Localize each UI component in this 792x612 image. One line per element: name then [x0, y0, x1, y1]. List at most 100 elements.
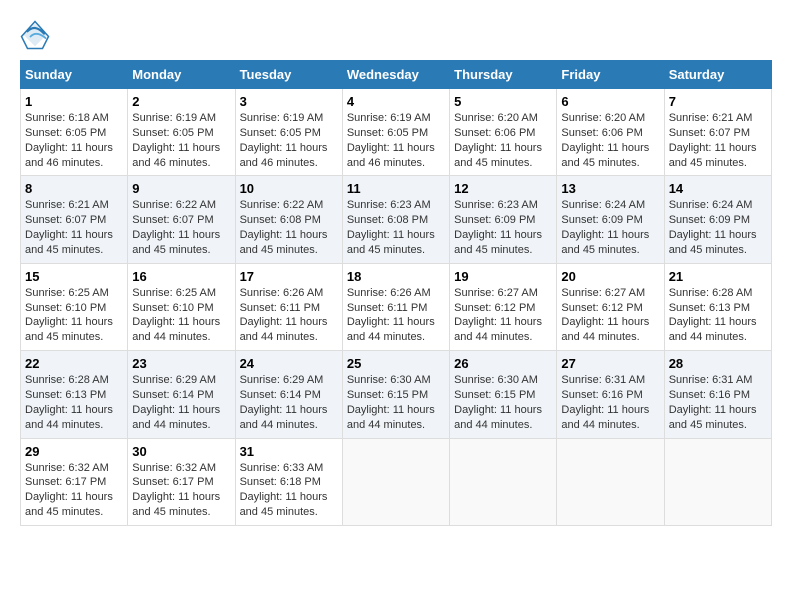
- day-number: 5: [454, 94, 552, 109]
- day-number: 20: [561, 269, 659, 284]
- cell-content: Sunrise: 6:32 AMSunset: 6:17 PMDaylight:…: [25, 462, 113, 519]
- day-number: 23: [132, 356, 230, 371]
- day-number: 25: [347, 356, 445, 371]
- cell-content: Sunrise: 6:19 AMSunset: 6:05 PMDaylight:…: [132, 112, 220, 169]
- week-row-1: 1 Sunrise: 6:18 AMSunset: 6:05 PMDayligh…: [21, 89, 772, 176]
- cell-content: Sunrise: 6:26 AMSunset: 6:11 PMDaylight:…: [240, 287, 328, 344]
- day-number: 22: [25, 356, 123, 371]
- calendar-cell: 16 Sunrise: 6:25 AMSunset: 6:10 PMDaylig…: [128, 263, 235, 350]
- day-number: 12: [454, 181, 552, 196]
- calendar-cell: 31 Sunrise: 6:33 AMSunset: 6:18 PMDaylig…: [235, 438, 342, 525]
- calendar-header: SundayMondayTuesdayWednesdayThursdayFrid…: [21, 61, 772, 89]
- calendar-cell: 23 Sunrise: 6:29 AMSunset: 6:14 PMDaylig…: [128, 351, 235, 438]
- cell-content: Sunrise: 6:20 AMSunset: 6:06 PMDaylight:…: [454, 112, 542, 169]
- calendar-cell: 3 Sunrise: 6:19 AMSunset: 6:05 PMDayligh…: [235, 89, 342, 176]
- calendar-table: SundayMondayTuesdayWednesdayThursdayFrid…: [20, 60, 772, 526]
- cell-content: Sunrise: 6:20 AMSunset: 6:06 PMDaylight:…: [561, 112, 649, 169]
- header-cell-monday: Monday: [128, 61, 235, 89]
- day-number: 26: [454, 356, 552, 371]
- logo-icon: [20, 20, 50, 50]
- cell-content: Sunrise: 6:29 AMSunset: 6:14 PMDaylight:…: [240, 374, 328, 431]
- cell-content: Sunrise: 6:25 AMSunset: 6:10 PMDaylight:…: [132, 287, 220, 344]
- day-number: 2: [132, 94, 230, 109]
- calendar-cell: 8 Sunrise: 6:21 AMSunset: 6:07 PMDayligh…: [21, 176, 128, 263]
- cell-content: Sunrise: 6:31 AMSunset: 6:16 PMDaylight:…: [669, 374, 757, 431]
- cell-content: Sunrise: 6:19 AMSunset: 6:05 PMDaylight:…: [240, 112, 328, 169]
- cell-content: Sunrise: 6:23 AMSunset: 6:09 PMDaylight:…: [454, 199, 542, 256]
- day-number: 30: [132, 444, 230, 459]
- cell-content: Sunrise: 6:27 AMSunset: 6:12 PMDaylight:…: [454, 287, 542, 344]
- calendar-cell: 27 Sunrise: 6:31 AMSunset: 6:16 PMDaylig…: [557, 351, 664, 438]
- calendar-cell: 1 Sunrise: 6:18 AMSunset: 6:05 PMDayligh…: [21, 89, 128, 176]
- calendar-cell: 14 Sunrise: 6:24 AMSunset: 6:09 PMDaylig…: [664, 176, 771, 263]
- calendar-cell: 13 Sunrise: 6:24 AMSunset: 6:09 PMDaylig…: [557, 176, 664, 263]
- calendar-cell: 26 Sunrise: 6:30 AMSunset: 6:15 PMDaylig…: [450, 351, 557, 438]
- calendar-cell: 5 Sunrise: 6:20 AMSunset: 6:06 PMDayligh…: [450, 89, 557, 176]
- cell-content: Sunrise: 6:21 AMSunset: 6:07 PMDaylight:…: [25, 199, 113, 256]
- logo: [20, 20, 54, 50]
- cell-content: Sunrise: 6:33 AMSunset: 6:18 PMDaylight:…: [240, 462, 328, 519]
- day-number: 19: [454, 269, 552, 284]
- cell-content: Sunrise: 6:24 AMSunset: 6:09 PMDaylight:…: [669, 199, 757, 256]
- cell-content: Sunrise: 6:18 AMSunset: 6:05 PMDaylight:…: [25, 112, 113, 169]
- calendar-cell: 9 Sunrise: 6:22 AMSunset: 6:07 PMDayligh…: [128, 176, 235, 263]
- calendar-cell: 22 Sunrise: 6:28 AMSunset: 6:13 PMDaylig…: [21, 351, 128, 438]
- week-row-2: 8 Sunrise: 6:21 AMSunset: 6:07 PMDayligh…: [21, 176, 772, 263]
- day-number: 29: [25, 444, 123, 459]
- calendar-cell: 30 Sunrise: 6:32 AMSunset: 6:17 PMDaylig…: [128, 438, 235, 525]
- cell-content: Sunrise: 6:21 AMSunset: 6:07 PMDaylight:…: [669, 112, 757, 169]
- page-header: [20, 20, 772, 50]
- calendar-cell: 28 Sunrise: 6:31 AMSunset: 6:16 PMDaylig…: [664, 351, 771, 438]
- cell-content: Sunrise: 6:30 AMSunset: 6:15 PMDaylight:…: [454, 374, 542, 431]
- calendar-cell: 29 Sunrise: 6:32 AMSunset: 6:17 PMDaylig…: [21, 438, 128, 525]
- calendar-cell: [557, 438, 664, 525]
- day-number: 16: [132, 269, 230, 284]
- day-number: 10: [240, 181, 338, 196]
- cell-content: Sunrise: 6:19 AMSunset: 6:05 PMDaylight:…: [347, 112, 435, 169]
- calendar-cell: 2 Sunrise: 6:19 AMSunset: 6:05 PMDayligh…: [128, 89, 235, 176]
- cell-content: Sunrise: 6:28 AMSunset: 6:13 PMDaylight:…: [669, 287, 757, 344]
- calendar-cell: 12 Sunrise: 6:23 AMSunset: 6:09 PMDaylig…: [450, 176, 557, 263]
- cell-content: Sunrise: 6:32 AMSunset: 6:17 PMDaylight:…: [132, 462, 220, 519]
- day-number: 31: [240, 444, 338, 459]
- week-row-5: 29 Sunrise: 6:32 AMSunset: 6:17 PMDaylig…: [21, 438, 772, 525]
- calendar-cell: 18 Sunrise: 6:26 AMSunset: 6:11 PMDaylig…: [342, 263, 449, 350]
- week-row-4: 22 Sunrise: 6:28 AMSunset: 6:13 PMDaylig…: [21, 351, 772, 438]
- day-number: 24: [240, 356, 338, 371]
- calendar-cell: [664, 438, 771, 525]
- header-cell-tuesday: Tuesday: [235, 61, 342, 89]
- day-number: 4: [347, 94, 445, 109]
- cell-content: Sunrise: 6:22 AMSunset: 6:08 PMDaylight:…: [240, 199, 328, 256]
- calendar-cell: 25 Sunrise: 6:30 AMSunset: 6:15 PMDaylig…: [342, 351, 449, 438]
- day-number: 8: [25, 181, 123, 196]
- day-number: 28: [669, 356, 767, 371]
- day-number: 9: [132, 181, 230, 196]
- cell-content: Sunrise: 6:31 AMSunset: 6:16 PMDaylight:…: [561, 374, 649, 431]
- calendar-body: 1 Sunrise: 6:18 AMSunset: 6:05 PMDayligh…: [21, 89, 772, 526]
- cell-content: Sunrise: 6:29 AMSunset: 6:14 PMDaylight:…: [132, 374, 220, 431]
- header-cell-thursday: Thursday: [450, 61, 557, 89]
- day-number: 13: [561, 181, 659, 196]
- header-cell-sunday: Sunday: [21, 61, 128, 89]
- header-row: SundayMondayTuesdayWednesdayThursdayFrid…: [21, 61, 772, 89]
- calendar-cell: [450, 438, 557, 525]
- day-number: 3: [240, 94, 338, 109]
- calendar-cell: 10 Sunrise: 6:22 AMSunset: 6:08 PMDaylig…: [235, 176, 342, 263]
- header-cell-saturday: Saturday: [664, 61, 771, 89]
- header-cell-wednesday: Wednesday: [342, 61, 449, 89]
- day-number: 21: [669, 269, 767, 284]
- day-number: 15: [25, 269, 123, 284]
- day-number: 11: [347, 181, 445, 196]
- day-number: 18: [347, 269, 445, 284]
- calendar-cell: 4 Sunrise: 6:19 AMSunset: 6:05 PMDayligh…: [342, 89, 449, 176]
- cell-content: Sunrise: 6:24 AMSunset: 6:09 PMDaylight:…: [561, 199, 649, 256]
- header-cell-friday: Friday: [557, 61, 664, 89]
- calendar-cell: 24 Sunrise: 6:29 AMSunset: 6:14 PMDaylig…: [235, 351, 342, 438]
- day-number: 6: [561, 94, 659, 109]
- day-number: 17: [240, 269, 338, 284]
- day-number: 27: [561, 356, 659, 371]
- calendar-cell: 21 Sunrise: 6:28 AMSunset: 6:13 PMDaylig…: [664, 263, 771, 350]
- cell-content: Sunrise: 6:22 AMSunset: 6:07 PMDaylight:…: [132, 199, 220, 256]
- cell-content: Sunrise: 6:27 AMSunset: 6:12 PMDaylight:…: [561, 287, 649, 344]
- day-number: 14: [669, 181, 767, 196]
